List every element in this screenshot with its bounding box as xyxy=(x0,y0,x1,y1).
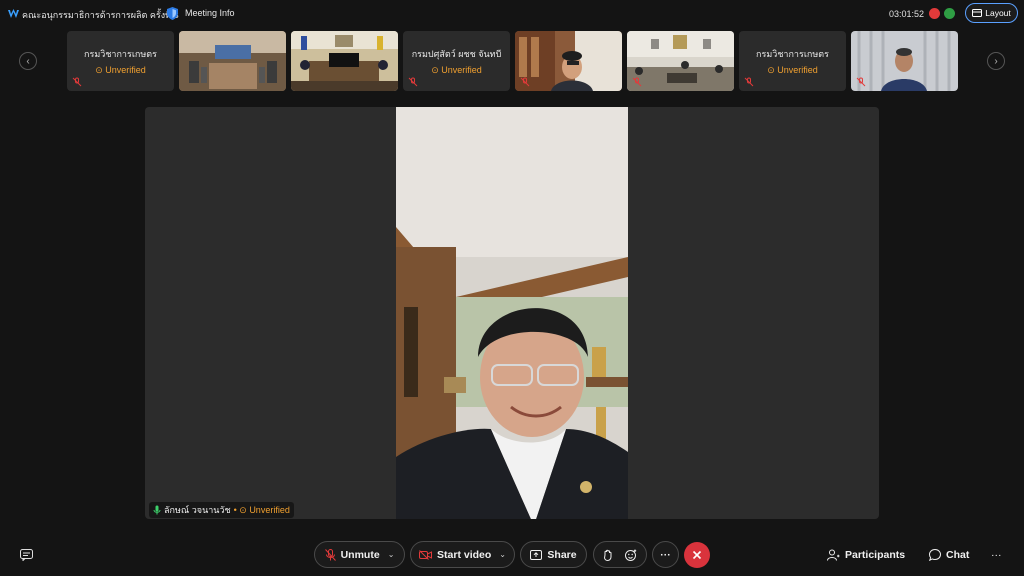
chat-icon xyxy=(929,548,941,561)
mic-icon xyxy=(153,505,161,515)
share-label: Share xyxy=(547,548,577,561)
chevron-left-icon: ‹ xyxy=(26,55,30,67)
participants-button[interactable]: Participants xyxy=(827,541,905,568)
participant-tile[interactable]: กรมวิชาการเกษตร ⊙ Unverified xyxy=(67,31,174,91)
raise-hand-icon[interactable] xyxy=(603,549,613,561)
end-call-button[interactable] xyxy=(684,542,710,568)
captions-icon xyxy=(20,549,33,562)
participant-video-tile[interactable] xyxy=(627,31,734,91)
captions-button[interactable] xyxy=(20,548,33,566)
chevron-down-icon[interactable]: ⌄ xyxy=(499,550,506,559)
meeting-timer: 03:01:52 xyxy=(889,9,925,19)
share-icon xyxy=(530,549,543,560)
chat-label: Chat xyxy=(946,548,970,561)
control-bar: Unmute ⌄ Start video ⌄ Share ··· Partici… xyxy=(0,540,1024,570)
more-options-button[interactable]: ··· xyxy=(652,541,679,568)
mic-off-icon xyxy=(632,77,642,87)
participant-name: กรมวิชาการเกษตร xyxy=(84,49,157,59)
speaker-name-tag: ลักษณ์ วจนานวัช • ⊙ Unverified xyxy=(149,502,294,518)
chevron-right-icon: › xyxy=(994,55,998,67)
participant-video-tile[interactable] xyxy=(179,31,286,91)
chat-button[interactable]: Chat xyxy=(929,541,969,568)
participant-video-tile[interactable] xyxy=(291,31,398,91)
filmstrip-prev-button[interactable]: ‹ xyxy=(19,52,37,70)
mic-off-icon xyxy=(744,77,754,87)
active-speaker-stage: ลักษณ์ วจนานวัช • ⊙ Unverified xyxy=(145,107,879,519)
unmute-button[interactable]: Unmute ⌄ xyxy=(314,541,405,568)
end-call-icon xyxy=(692,550,702,560)
meeting-table-video xyxy=(291,31,398,91)
layout-label: Layout xyxy=(985,8,1011,18)
video-off-icon xyxy=(419,549,433,560)
mic-off-icon xyxy=(324,548,336,561)
chevron-down-icon[interactable]: ⌄ xyxy=(388,550,395,559)
participant-tile[interactable]: กรมปศุสัตว์ ผชช จันทบี ⊙ Unverified xyxy=(403,31,510,91)
meeting-window: คณะอนุกรรมาธิการด้ารการผลิต ครั้งที่ 3 M… xyxy=(0,0,1024,576)
participants-icon xyxy=(827,549,840,561)
office-man-video xyxy=(515,31,622,91)
unverified-label: ⊙ Unverified xyxy=(95,65,146,75)
participant-video-tile[interactable] xyxy=(515,31,622,91)
shield-icon[interactable] xyxy=(167,7,178,20)
mic-off-icon xyxy=(520,77,530,87)
conference-room-video xyxy=(179,31,286,91)
participants-label: Participants xyxy=(845,548,906,561)
more-label: ··· xyxy=(660,548,671,561)
reaction-icon[interactable] xyxy=(625,549,637,561)
meeting-title: คณะอนุกรรมาธิการด้ารการผลิต ครั้งที่ 3 xyxy=(22,10,179,20)
man-curtain-video xyxy=(851,31,958,91)
speaker-name: ลักษณ์ วจนานวัช xyxy=(164,505,231,515)
participant-name: กรมวิชาการเกษตร xyxy=(756,49,829,59)
unverified-label: • ⊙ Unverified xyxy=(233,504,290,515)
top-bar: คณะอนุกรรมาธิการด้ารการผลิต ครั้งที่ 3 M… xyxy=(0,0,1024,28)
seminar-room-video xyxy=(627,31,734,91)
participant-video-tile[interactable] xyxy=(851,31,958,91)
overflow-label: ··· xyxy=(991,548,1002,561)
mic-off-icon xyxy=(72,77,82,87)
unverified-label: ⊙ Unverified xyxy=(767,65,818,75)
participant-name: กรมปศุสัตว์ ผชช จันทบี xyxy=(411,49,502,59)
share-button[interactable]: Share xyxy=(520,541,587,568)
overflow-menu-button[interactable]: ··· xyxy=(991,541,1002,568)
mic-off-icon xyxy=(408,77,418,87)
layout-button[interactable]: Layout xyxy=(965,3,1018,23)
layout-icon xyxy=(972,9,983,17)
start-video-label: Start video xyxy=(437,548,492,561)
unmute-label: Unmute xyxy=(340,548,380,561)
participant-tile[interactable]: กรมวิชาการเกษตร ⊙ Unverified xyxy=(739,31,846,91)
unverified-label: ⊙ Unverified xyxy=(431,65,482,75)
meeting-info-link[interactable]: Meeting Info xyxy=(185,8,235,18)
record-icon[interactable] xyxy=(929,8,940,19)
active-speaker-video xyxy=(396,107,628,519)
filmstrip-next-button[interactable]: › xyxy=(987,52,1005,70)
network-icon[interactable] xyxy=(944,8,955,19)
mic-off-icon xyxy=(856,77,866,87)
webex-logo-icon xyxy=(8,9,19,18)
start-video-button[interactable]: Start video ⌄ xyxy=(410,541,515,568)
reactions-group xyxy=(593,541,647,568)
